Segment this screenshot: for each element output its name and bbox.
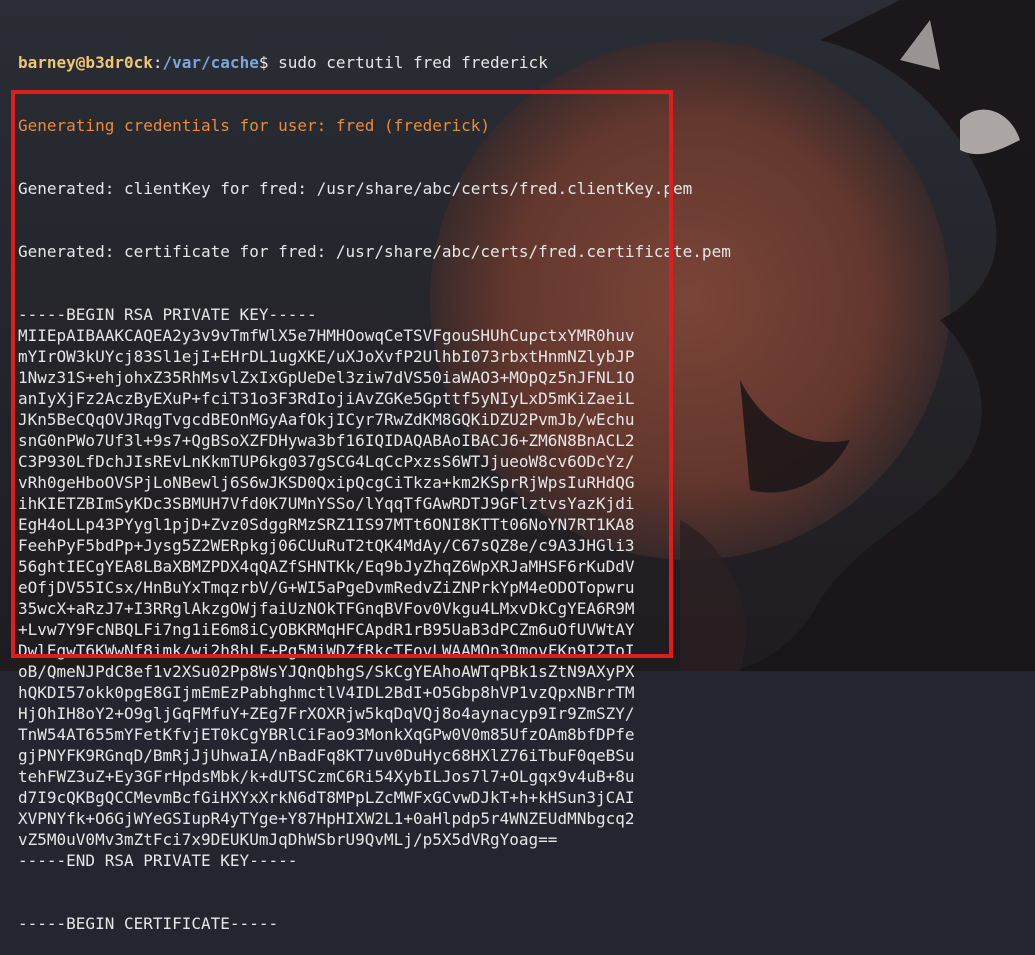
key-line: ihKIETZBImSyKDc3SBMUH7Vfd0K7UMnYSSo/lYqq… <box>18 494 635 513</box>
command-text: sudo certutil fred frederick <box>268 53 548 72</box>
private-key-block: -----BEGIN RSA PRIVATE KEY----- MIIEpAIBA… <box>18 304 1025 871</box>
key-line: 1Nwz31S+ehjohxZ35RhMsvlZxIxGpUeDel3ziw7d… <box>18 368 635 387</box>
key-line: DwlEgwT6KWwNf8imk/wi2h8hLF+Pg5MiWDZfRkcT… <box>18 641 635 660</box>
key-line: hQKDI57okk0pgE8GIjmEmEzPabhghmctlV4IDL2B… <box>18 683 635 702</box>
prompt-cwd: /var/cache <box>162 53 259 72</box>
key-line: snG0nPWo7Uf3l+9s7+QgBSoXZFDHywa3bf16IQID… <box>18 431 635 450</box>
key-line: mYIrOW3kUYcj83Sl1ejI+EHrDL1ugXKE/uXJoXvf… <box>18 347 635 366</box>
key-line: FeehPyF5bdPp+Jysg5Z2WERpkgj06CUuRuT2tQK4… <box>18 536 635 555</box>
key-line: EgH4oLLp43PYygl1pjD+Zvz0SdggRMzSRZ1IS97M… <box>18 515 635 534</box>
key-line: 56ghtIECgYEA8LBaXBMZPDX4qQAZfSHNTKk/Eq9b… <box>18 557 635 576</box>
key-line: oB/QmeNJPdC8ef1v2XSu02Pp8WsYJQnQbhgS/SkC… <box>18 662 635 681</box>
generating-message: Generating credentials for user: fred (f… <box>18 116 491 135</box>
key-line: d7I9cQKBgQCCMevmBcfGiHXYxXrkN6dT8MPpLZcM… <box>18 788 635 807</box>
key-line: C3P930LfDchJIsREvLnKkmTUP6kg037gSCG4LqCc… <box>18 452 635 471</box>
key-line: HjOhIH8oY2+O9gljGqFMfuY+ZEg7FrXOXRjw5kqD… <box>18 704 635 723</box>
key-line: JKn5BeCQqOVJRqgTvgcdBEOnMGyAafOkjICyr7Rw… <box>18 410 635 429</box>
key-line: +Lvw7Y9FcNBQLFi7ng1iE6m8iCyOBKRMqHFCApdR… <box>18 620 635 639</box>
key-line: -----END RSA PRIVATE KEY----- <box>18 851 298 870</box>
generated-key-message: Generated: clientKey for fred: /usr/shar… <box>18 179 693 198</box>
key-line: XVPNYfk+O6GjWYeGSIupR4yTYge+Y87HpHIXW2L1… <box>18 809 635 828</box>
prompt-user-host: barney@b3dr0ck <box>18 53 153 72</box>
key-line: gjPNYFK9RGnqD/BmRjJjUhwaIA/nBadFq8KT7uv0… <box>18 746 635 765</box>
key-line: TnW54AT655mYFetKfvjET0kCgYBRlCiFao93Monk… <box>18 725 635 744</box>
command-line: barney@b3dr0ck:/var/cache$ sudo certutil… <box>18 52 1025 73</box>
key-line: vRh0geHboOVSPjLoNBewlj6S6wJKSD0QxipQcgCi… <box>18 473 635 492</box>
generated-cert-message: Generated: certificate for fred: /usr/sh… <box>18 242 731 261</box>
certificate-begin-line: -----BEGIN CERTIFICATE----- <box>18 914 279 933</box>
prompt-separator: : <box>152 53 163 72</box>
key-line: 35wcX+aRzJ7+I3RRglAkzgOWjfaiUzNOkTFGnqBV… <box>18 599 635 618</box>
key-line: -----BEGIN RSA PRIVATE KEY----- <box>18 305 317 324</box>
key-line: tehFWZ3uZ+Ey3GFrHpdsMbk/k+dUTSCzmC6Ri54X… <box>18 767 635 786</box>
key-line: anIyXjFz2AczByEXuP+fciT31o3F3RdIojiAvZGK… <box>18 389 635 408</box>
key-line: eOfjDV55ICsx/HnBuYxTmqzrbV/G+WI5aPgeDvmR… <box>18 578 635 597</box>
terminal-output: barney@b3dr0ck:/var/cache$ sudo certutil… <box>18 10 1025 955</box>
key-line: MIIEpAIBAAKCAQEA2y3v9vTmfWlX5e7HMHOowqCe… <box>18 326 635 345</box>
key-line: vZ5M0uV0Mv3mZtFci7x9DEUKUmJqDhWSbrU9QvML… <box>18 830 558 849</box>
